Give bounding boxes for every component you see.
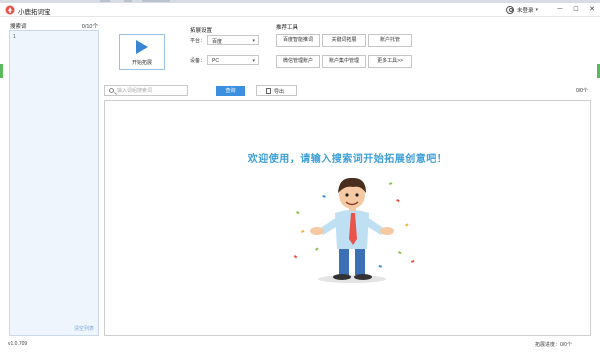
keywords-header: 搜索词 0/10个: [10, 22, 100, 30]
device-value: PC: [212, 58, 219, 64]
tool-button-account-management[interactable]: 账户集中管理: [322, 55, 366, 68]
app-logo-icon: [5, 5, 15, 15]
tool-button-baidu-smart[interactable]: 百度智能推词: [276, 34, 320, 47]
close-button[interactable]: ✕: [587, 5, 597, 15]
progress-status: 拓展进度：0/0个: [535, 342, 572, 348]
search-icon: [109, 88, 114, 93]
result-count: 0/0个: [576, 88, 588, 94]
welcome-message: 欢迎使用，请输入搜索词开始拓展创意吧！: [247, 154, 448, 165]
maximize-button[interactable]: ☐: [571, 5, 581, 15]
left-edge-tab: [0, 64, 3, 78]
user-menu[interactable]: 未登录 ▾: [506, 5, 538, 15]
platform-select[interactable]: 百度 ▾: [207, 35, 259, 45]
chevron-down-icon: ▾: [252, 38, 255, 44]
query-button[interactable]: 查询: [216, 86, 245, 96]
export-label: 导出: [274, 89, 285, 95]
tool-button-keyword-expand[interactable]: 关键词拓展: [322, 34, 366, 47]
start-expand-button[interactable]: 开始拓展: [119, 34, 165, 70]
clear-list-link[interactable]: 清空列表: [74, 325, 94, 332]
minimize-button[interactable]: ─: [555, 5, 565, 15]
version-label: v1.0.709: [8, 341, 28, 347]
export-icon: [266, 88, 271, 94]
device-label: 设备：: [190, 58, 206, 64]
title-bar: 小鹿拓词宝 未登录 ▾ ─ ☐ ✕: [0, 3, 600, 17]
keywords-count: 0/10个: [81, 24, 98, 30]
device-select[interactable]: PC ▾: [207, 55, 259, 65]
app-title: 小鹿拓词宝: [18, 9, 51, 16]
tool-button-account-hosting[interactable]: 账户托管: [368, 34, 412, 47]
search-input[interactable]: [117, 87, 185, 95]
ghost-tab: [124, 0, 132, 2]
platform-label: 平台：: [190, 38, 206, 44]
platform-value: 百度: [212, 39, 223, 45]
tools-title: 推荐工具: [276, 25, 299, 31]
keywords-panel: 搜索词 0/10个 1 清空列表: [8, 18, 100, 340]
play-icon: [136, 40, 148, 54]
search-box[interactable]: [104, 85, 188, 96]
tool-button-wechat-accounts[interactable]: 微信管理账户: [276, 55, 320, 68]
export-button[interactable]: 导出: [256, 85, 297, 96]
start-expand-label: 开始拓展: [131, 60, 152, 66]
line-number: 1: [13, 34, 16, 40]
keywords-textarea[interactable]: 1 清空列表: [9, 30, 99, 336]
settings-title: 拓展设置: [190, 28, 213, 34]
user-name: 未登录: [517, 8, 534, 14]
ghost-tab: [142, 0, 170, 2]
results-area: 欢迎使用，请输入搜索词开始拓展创意吧！: [104, 100, 591, 336]
ghost-tab: [100, 0, 110, 2]
user-icon: [506, 6, 514, 14]
tool-button-more-tools[interactable]: 更多工具>>: [368, 55, 412, 68]
chevron-down-icon: ▾: [535, 7, 539, 13]
chevron-down-icon: ▾: [252, 58, 255, 64]
welcome-illustration: [293, 177, 415, 283]
